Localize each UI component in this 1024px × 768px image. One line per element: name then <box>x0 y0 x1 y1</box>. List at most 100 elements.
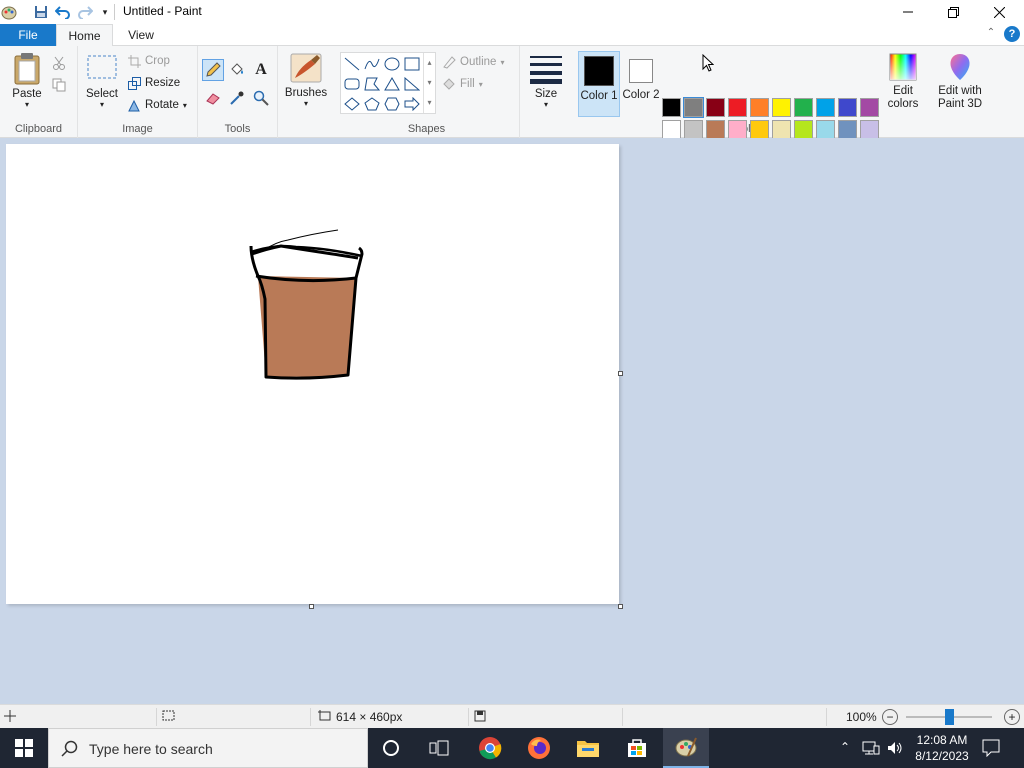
right-arrow-shape-icon[interactable] <box>403 95 421 113</box>
polygon-shape-icon[interactable] <box>363 75 381 93</box>
network-icon[interactable] <box>862 740 880 759</box>
palette-swatch[interactable] <box>838 120 857 139</box>
palette-swatch[interactable] <box>816 120 835 139</box>
rectangle-shape-icon[interactable] <box>403 55 421 73</box>
edit-with-paint3d-button[interactable]: Edit with Paint 3D <box>932 52 988 111</box>
undo-icon[interactable] <box>54 3 72 21</box>
select-button[interactable]: Select ▾ <box>82 54 122 109</box>
color-picker-icon[interactable] <box>226 87 248 109</box>
resize-button[interactable]: Resize <box>128 73 180 93</box>
palette-swatch[interactable] <box>860 120 879 139</box>
color-spectrum-icon <box>889 53 917 81</box>
windows-logo-icon <box>15 739 33 757</box>
resize-handle-right[interactable] <box>618 371 623 376</box>
palette-swatch[interactable] <box>750 120 769 139</box>
pentagon-shape-icon[interactable] <box>363 95 381 113</box>
cut-icon[interactable] <box>48 52 70 74</box>
drawing-canvas[interactable] <box>6 144 619 604</box>
palette-swatch[interactable] <box>794 120 813 139</box>
eraser-icon[interactable] <box>202 87 224 109</box>
brushes-button[interactable]: Brushes ▾ <box>284 52 328 108</box>
palette-swatch[interactable] <box>662 98 681 117</box>
chrome-icon[interactable] <box>467 728 513 768</box>
resize-handle-corner[interactable] <box>618 604 623 609</box>
resize-label: Resize <box>145 77 181 89</box>
zoom-out-button[interactable]: − <box>882 709 898 725</box>
palette-swatch[interactable] <box>750 98 769 117</box>
palette-swatch[interactable] <box>772 98 791 117</box>
outline-icon <box>443 56 456 69</box>
close-button[interactable] <box>976 0 1022 24</box>
palette-swatch[interactable] <box>706 120 725 139</box>
task-view-icon[interactable] <box>416 728 462 768</box>
oval-shape-icon[interactable] <box>383 55 401 73</box>
rounded-rectangle-shape-icon[interactable] <box>343 75 361 93</box>
clipboard-group-label: Clipboard <box>14 123 63 135</box>
zoom-slider-track[interactable] <box>906 709 992 725</box>
palette-swatch[interactable] <box>684 120 703 139</box>
help-icon[interactable]: ? <box>1004 26 1020 42</box>
palette-swatch[interactable] <box>838 98 857 117</box>
taskbar-search-box[interactable]: Type here to search <box>48 728 368 768</box>
notifications-icon[interactable] <box>982 739 1000 760</box>
minimize-button[interactable] <box>885 0 931 24</box>
save-icon[interactable] <box>32 3 50 21</box>
size-button[interactable]: Size ▾ <box>526 54 566 109</box>
palette-swatch[interactable] <box>662 120 681 139</box>
shapes-scroll[interactable]: ▴ ▾ ▾ <box>423 53 435 113</box>
chevron-up-icon[interactable]: ⌃ <box>984 27 998 41</box>
text-tool-icon[interactable]: A <box>250 59 272 81</box>
edit-colors-button[interactable]: Edit colors <box>884 52 922 111</box>
palette-swatch[interactable] <box>860 98 879 117</box>
zoom-slider-thumb[interactable] <box>944 709 954 725</box>
file-explorer-icon[interactable] <box>565 728 611 768</box>
redo-icon[interactable] <box>76 3 94 21</box>
copy-icon[interactable] <box>48 74 70 96</box>
tab-file[interactable]: File <box>0 24 56 46</box>
tab-view[interactable]: View <box>117 24 165 46</box>
palette-swatch[interactable] <box>683 97 704 118</box>
brush-icon <box>290 53 322 83</box>
chevron-up-icon[interactable]: ⌃ <box>840 740 850 754</box>
volume-icon[interactable] <box>886 740 904 759</box>
diamond-shape-icon[interactable] <box>343 95 361 113</box>
status-separator <box>622 708 623 726</box>
palette-swatch[interactable] <box>728 120 747 139</box>
magnifier-icon[interactable] <box>250 87 272 109</box>
cortana-icon[interactable] <box>368 728 414 768</box>
color1-button[interactable]: Color 1 <box>578 51 620 117</box>
status-separator <box>156 708 157 726</box>
restore-button[interactable] <box>930 0 976 24</box>
crop-button[interactable]: Crop <box>128 51 170 71</box>
hexagon-shape-icon[interactable] <box>383 95 401 113</box>
start-button[interactable] <box>0 728 48 768</box>
customize-qat-icon[interactable]: ▾ <box>96 3 114 21</box>
paint3d-icon <box>950 54 970 80</box>
palette-swatch[interactable] <box>794 98 813 117</box>
microsoft-store-icon[interactable] <box>614 728 660 768</box>
rotate-button[interactable]: Rotate ▾ <box>128 95 187 115</box>
outline-button[interactable]: Outline ▾ <box>442 52 504 72</box>
fill-bucket-icon[interactable] <box>226 59 248 81</box>
palette-swatch[interactable] <box>706 98 725 117</box>
pencil-icon[interactable] <box>202 59 224 81</box>
system-clock[interactable]: 12:08 AM 8/12/2023 <box>912 732 972 764</box>
palette-swatch[interactable] <box>816 98 835 117</box>
color2-button[interactable]: Color 2 <box>622 51 660 117</box>
right-triangle-shape-icon[interactable] <box>403 75 421 93</box>
firefox-icon[interactable] <box>516 728 562 768</box>
triangle-shape-icon[interactable] <box>383 75 401 93</box>
paint-app-icon <box>0 3 18 21</box>
curve-shape-icon[interactable] <box>363 55 381 73</box>
paint-taskbar-icon[interactable] <box>663 728 709 768</box>
resize-handle-bottom[interactable] <box>309 604 314 609</box>
fill-button[interactable]: Fill ▾ <box>442 74 483 94</box>
tab-home[interactable]: Home <box>56 24 113 47</box>
zoom-in-button[interactable]: + <box>1004 709 1020 725</box>
paste-button[interactable]: Paste ▾ <box>8 52 46 109</box>
line-shape-icon[interactable] <box>343 55 361 73</box>
palette-swatch[interactable] <box>772 120 791 139</box>
palette-swatch[interactable] <box>728 98 747 117</box>
edit-colors-label: Edit colors <box>887 85 919 110</box>
paste-icon <box>14 53 40 85</box>
